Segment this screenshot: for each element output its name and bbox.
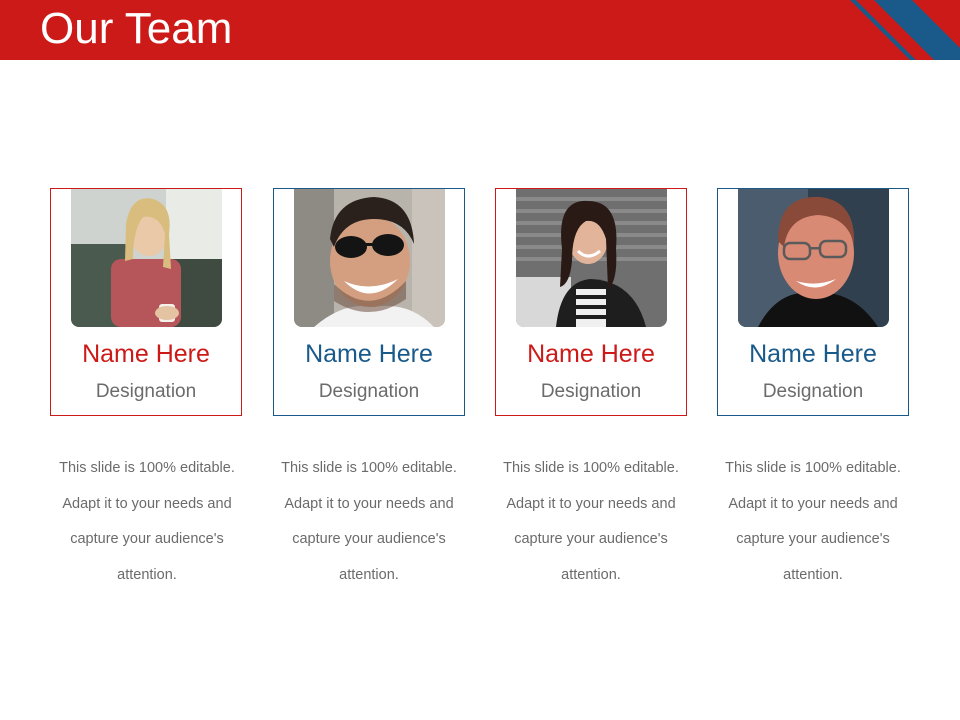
title-bar: Our Team — [0, 0, 960, 60]
member-name: Name Here — [749, 340, 877, 368]
team-card-1: Name Here Designation — [50, 188, 242, 416]
member-description: This slide is 100% editable. Adapt it to… — [59, 460, 235, 583]
member-description: This slide is 100% editable. Adapt it to… — [725, 460, 901, 583]
member-name: Name Here — [82, 340, 210, 368]
member-designation: Designation — [540, 381, 642, 402]
man-glasses-photo — [738, 189, 889, 327]
woman-brunette-photo — [516, 189, 667, 327]
member-designation: Designation — [318, 381, 420, 402]
member-description: This slide is 100% editable. Adapt it to… — [281, 460, 457, 583]
team-card-4: Name Here Designation — [717, 188, 909, 416]
member-designation: Designation — [95, 381, 197, 402]
member-description: This slide is 100% editable. Adapt it to… — [503, 460, 679, 583]
page-title: Our Team — [40, 4, 233, 53]
corner-stripes-decoration — [850, 0, 960, 60]
team-card-2: Name Here Designation — [273, 188, 465, 416]
team-card-3: Name Here Designation — [495, 188, 687, 416]
member-name: Name Here — [305, 340, 433, 368]
member-designation: Designation — [762, 381, 864, 402]
member-name: Name Here — [527, 340, 655, 368]
woman-blonde-photo — [71, 189, 222, 327]
man-sunglasses-photo — [294, 189, 445, 327]
